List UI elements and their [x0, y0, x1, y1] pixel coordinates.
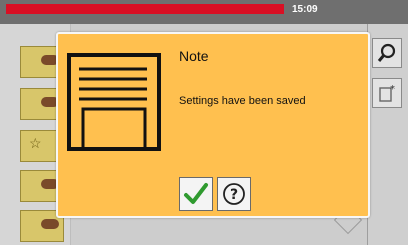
clock-time: 15:09 [292, 4, 318, 15]
svg-text:?: ? [230, 187, 238, 203]
progress-bar [6, 4, 284, 14]
new-item-button[interactable]: * [372, 78, 402, 108]
note-dialog: Note Settings have been saved ? [56, 32, 370, 218]
help-button[interactable]: ? [217, 177, 251, 211]
confirm-button[interactable] [179, 177, 213, 211]
search-button[interactable] [372, 38, 402, 68]
checkmark-icon [184, 183, 208, 204]
star-icon: ☆ [29, 135, 42, 151]
hand-icon [41, 219, 59, 229]
search-icon [377, 43, 396, 62]
new-document-icon: * [379, 84, 395, 102]
dialog-message: Settings have been saved [179, 95, 306, 107]
dialog-title: Note [179, 48, 209, 64]
question-mark-icon: ? [223, 183, 245, 205]
top-status-bar: 15:09 [0, 0, 408, 24]
settings-document-icon [67, 53, 161, 151]
svg-text:*: * [390, 84, 395, 95]
right-toolbar: * [367, 24, 408, 245]
